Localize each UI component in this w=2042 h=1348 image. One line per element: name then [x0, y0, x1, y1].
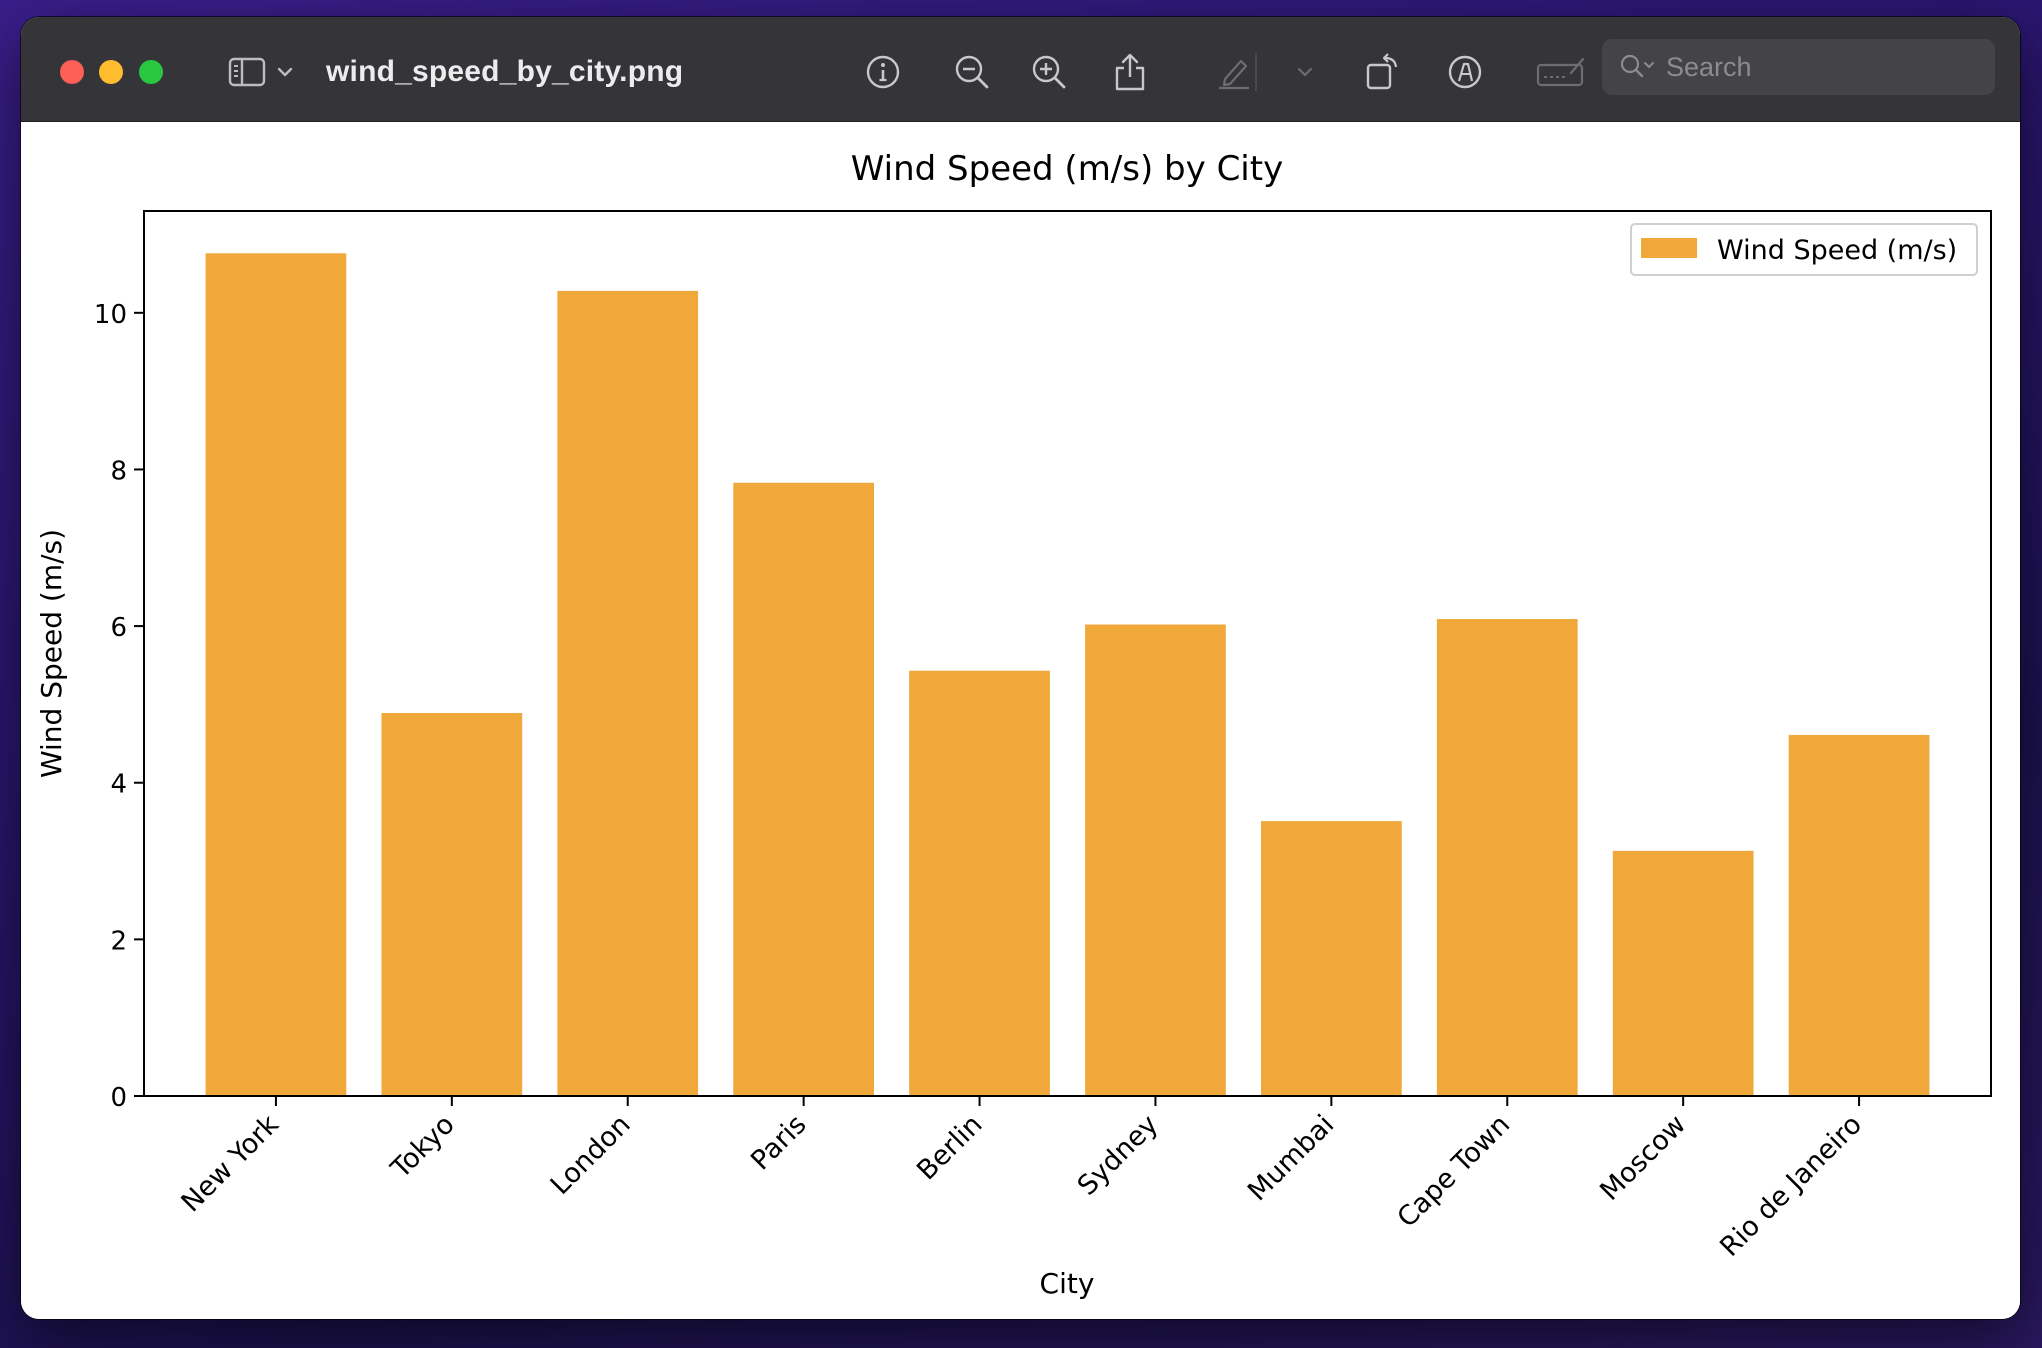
x-tick-label: Tokyo [385, 1109, 461, 1185]
bar-london [557, 290, 699, 1096]
zoom-in-button[interactable] [1029, 47, 1069, 97]
bars-group [205, 253, 1930, 1096]
info-button[interactable] [863, 47, 903, 97]
bar-berlin [909, 670, 1050, 1096]
legend-swatch [1641, 238, 1697, 258]
x-tick-label: New York [176, 1109, 286, 1219]
sidebar-icon [228, 57, 266, 87]
y-tick-label: 10 [94, 300, 127, 330]
legend: Wind Speed (m/s) [1630, 223, 1978, 276]
x-tick-label: Moscow [1594, 1109, 1692, 1207]
bar-paris [733, 482, 875, 1096]
minimize-window-button[interactable] [99, 60, 123, 84]
x-tick-label: Paris [745, 1109, 812, 1176]
close-window-button[interactable] [60, 60, 84, 84]
x-tick-label: Mumbai [1242, 1109, 1340, 1207]
y-tick-label: 0 [110, 1083, 127, 1113]
zoom-out-icon [955, 55, 989, 89]
highlight-button[interactable] [1214, 47, 1254, 97]
search-field[interactable] [1602, 39, 1995, 95]
chevron-down-icon [1297, 67, 1313, 77]
y-tick-label: 2 [110, 926, 127, 956]
rotate-button[interactable] [1363, 47, 1403, 97]
x-axis-label: City [1040, 1267, 1095, 1300]
zoom-out-button[interactable] [952, 47, 992, 97]
preview-window: wind_speed_by_city.png Search Wind Speed… [21, 17, 2020, 1319]
bar-sydney [1085, 624, 1226, 1096]
x-tick-label: Cape Town [1392, 1109, 1517, 1234]
markup-icon [1448, 55, 1482, 89]
y-axis: 0 2 4 6 8 10 [94, 300, 144, 1113]
bar-cape-town [1436, 619, 1578, 1096]
share-icon [1115, 53, 1145, 91]
y-tick-label: 8 [110, 456, 127, 486]
bar-moscow [1612, 850, 1754, 1096]
search-input[interactable] [1664, 50, 1968, 84]
y-tick-label: 4 [110, 770, 127, 800]
x-tick-label: London [545, 1109, 637, 1201]
search-icon [1618, 52, 1656, 82]
chevron-down-icon [277, 67, 293, 77]
signature-button[interactable] [1535, 47, 1587, 97]
bar-tokyo [381, 713, 523, 1096]
title-bar: wind_speed_by_city.png [21, 17, 2020, 122]
bar-mumbai [1260, 821, 1402, 1096]
chart-title: Wind Speed (m/s) by City [851, 149, 1283, 189]
legend-label: Wind Speed (m/s) [1717, 235, 1957, 266]
sidebar-toggle-button[interactable] [221, 47, 301, 97]
zoom-window-button[interactable] [139, 60, 163, 84]
x-tick-label: Berlin [911, 1109, 988, 1186]
bar-rio-de-janeiro [1788, 734, 1930, 1096]
y-axis-label: Wind Speed (m/s) [35, 529, 68, 778]
share-button[interactable] [1110, 47, 1150, 97]
x-axis: New York Tokyo London Paris Berlin Sydney Mumb… [176, 1096, 1868, 1263]
highlight-options-button[interactable] [1293, 47, 1317, 97]
zoom-in-icon [1032, 55, 1066, 89]
image-canvas: Wind Speed (m/s) by City Wind Speed (m/s… [21, 122, 2020, 1319]
x-tick-label: Rio de Janeiro [1714, 1109, 1868, 1263]
bar-chart: Wind Speed (m/s) by City Wind Speed (m/s… [35, 149, 1992, 1300]
markup-button[interactable] [1445, 47, 1485, 97]
toolbar-separator [1255, 53, 1257, 91]
signature-icon [1536, 57, 1585, 87]
bar-new-york [205, 253, 347, 1096]
y-tick-label: 6 [110, 613, 127, 643]
highlight-pen-icon [1219, 59, 1249, 90]
x-tick-label: Sydney [1072, 1109, 1165, 1202]
window-title: wind_speed_by_city.png [326, 55, 684, 88]
info-icon [866, 55, 900, 89]
rotate-icon [1366, 53, 1398, 90]
